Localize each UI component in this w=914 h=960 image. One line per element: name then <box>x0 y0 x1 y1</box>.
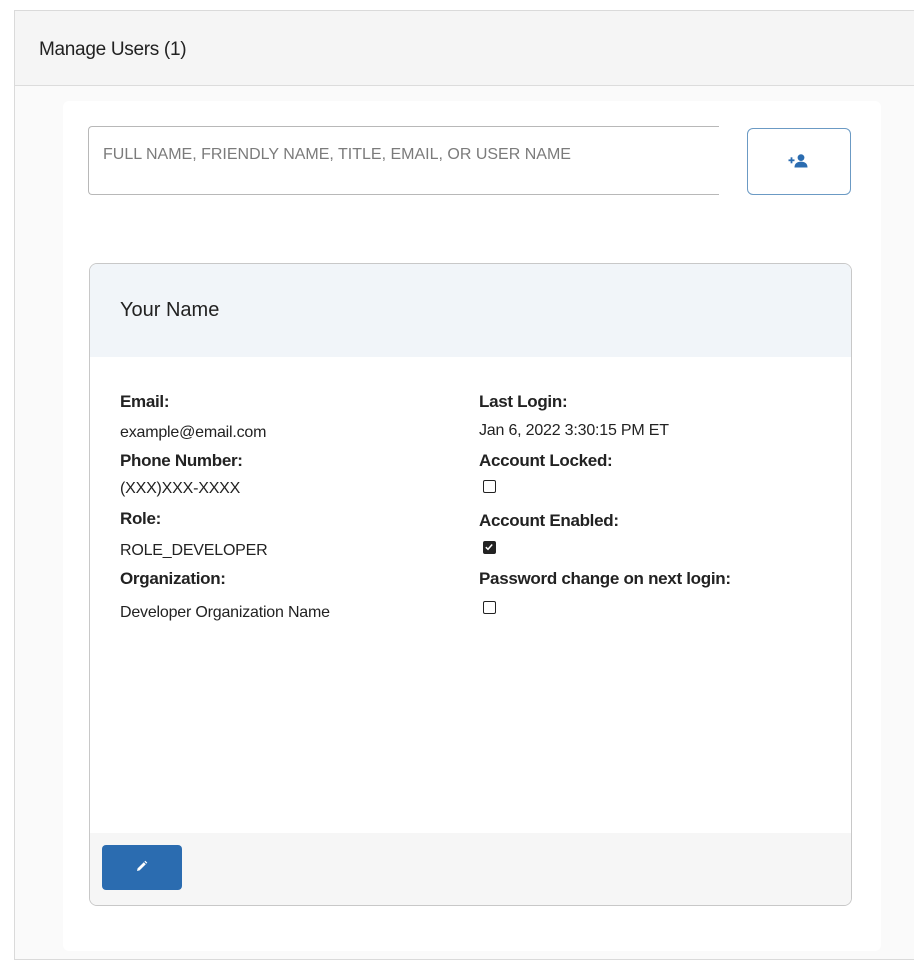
last-login-label: Last Login: <box>479 392 568 411</box>
password-change-label: Password change on next login: <box>479 569 731 588</box>
user-name: Your Name <box>120 299 220 321</box>
account-locked-checkbox[interactable] <box>483 480 496 493</box>
panel-header: Manage Users (1) <box>15 11 914 86</box>
user-search-input[interactable] <box>89 127 719 194</box>
user-search-field[interactable] <box>88 126 719 195</box>
pencil-icon <box>137 860 148 871</box>
organization-value: Developer Organization Name <box>120 604 330 621</box>
checkmark-icon <box>485 544 493 551</box>
user-card-header: Your Name <box>90 264 851 357</box>
phone-value: (XXX)XXX-XXXX <box>120 480 241 497</box>
last-login-value: Jan 6, 2022 3:30:15 PM ET <box>479 422 669 439</box>
panel-title: Manage Users (1) <box>39 39 187 60</box>
edit-user-button[interactable] <box>102 845 182 890</box>
add-user-button[interactable] <box>747 128 851 195</box>
account-enabled-label: Account Enabled: <box>479 511 619 530</box>
user-card-footer <box>90 833 851 905</box>
email-value: example@email.com <box>120 424 267 441</box>
role-label: Role: <box>120 509 162 528</box>
account-enabled-checkbox[interactable] <box>483 541 496 554</box>
account-locked-label: Account Locked: <box>479 451 613 470</box>
add-user-icon <box>788 154 808 168</box>
user-card: Your Name Email: example@email.com Phone… <box>89 263 852 906</box>
role-value: ROLE_DEVELOPER <box>120 542 268 559</box>
organization-label: Organization: <box>120 569 226 588</box>
password-change-checkbox[interactable] <box>483 601 496 614</box>
email-label: Email: <box>120 392 170 411</box>
phone-label: Phone Number: <box>120 451 243 470</box>
